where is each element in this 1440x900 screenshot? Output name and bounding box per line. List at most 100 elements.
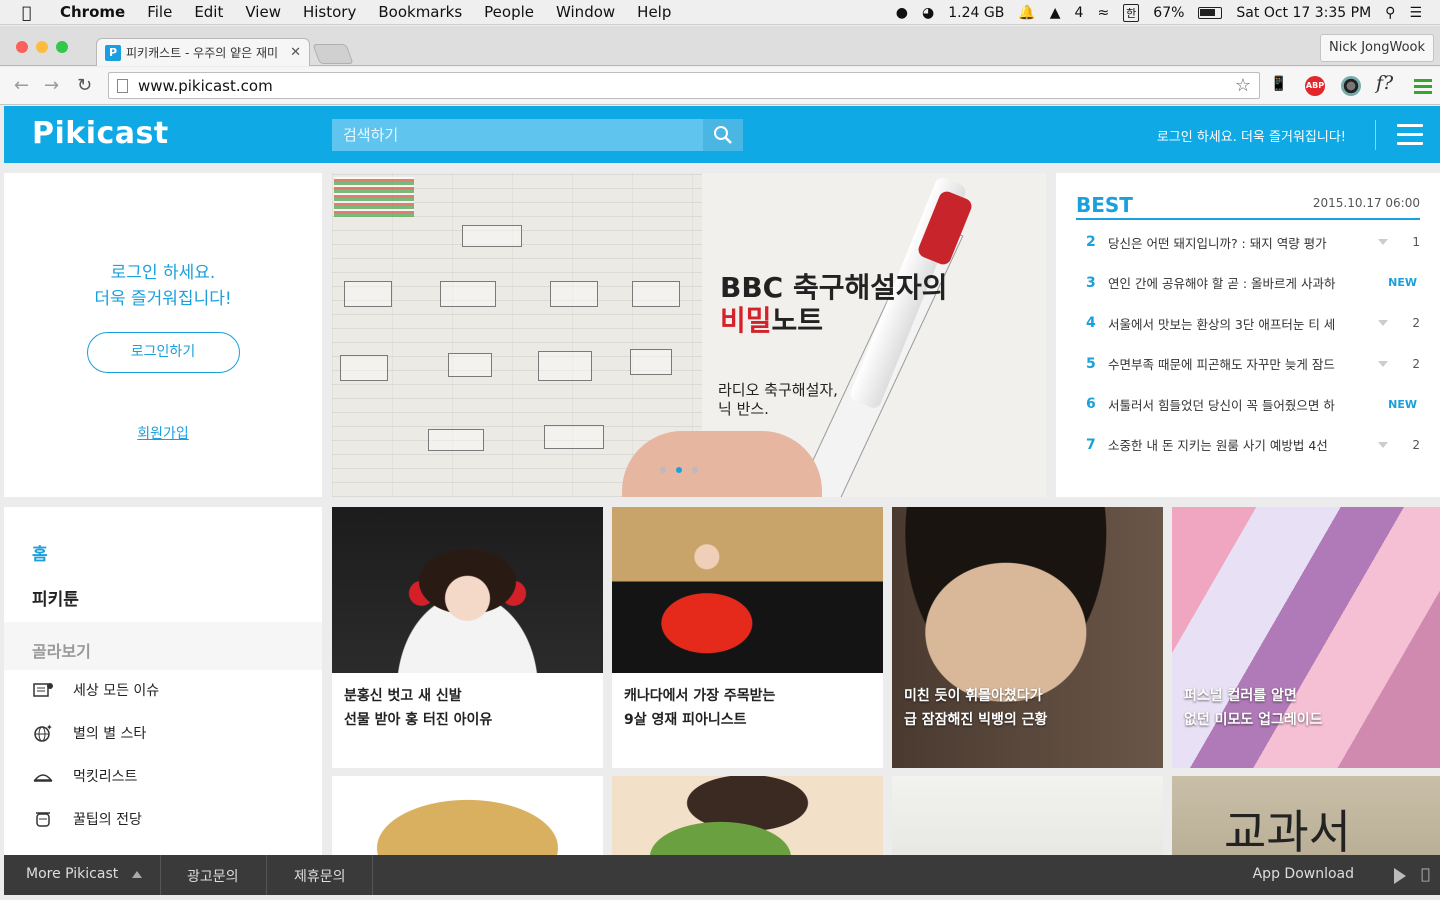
browser-tab-strip: P 피키캐스트 - 우주의 얕은 재미 ✕ Nick JongWook — [0, 26, 1440, 66]
adblock-plus-icon[interactable]: ABP — [1305, 76, 1325, 96]
globe-star-icon: ✦ — [32, 723, 54, 743]
menu-bookmarks[interactable]: Bookmarks — [378, 3, 462, 21]
partnership-link[interactable]: 제휴문의 — [294, 866, 346, 886]
extension-camera-icon[interactable] — [1341, 76, 1361, 96]
best-list-item[interactable]: 6 서툴러서 힘들었던 당신이 꼭 들어줬으면 하 NEW — [1076, 384, 1420, 425]
sidebar-item-stars[interactable]: ✦ 별의 별 스타 — [32, 723, 146, 743]
content-card-textbook[interactable]: 교과서 — [1172, 776, 1440, 855]
best-item-title[interactable]: 당신은 어떤 돼지입니까? : 돼지 역량 평가 — [1108, 233, 1364, 252]
extension-phone-icon[interactable]: 📱 — [1270, 76, 1287, 92]
profile-button[interactable]: Nick JongWook — [1320, 34, 1434, 62]
new-tab-button[interactable] — [312, 44, 354, 64]
carousel-dot[interactable] — [660, 467, 666, 473]
menu-app-name[interactable]: Chrome — [60, 3, 125, 21]
content-card[interactable]: 퍼스널 컬러를 알면 없던 미모도 업그레이드 — [1172, 507, 1440, 768]
best-item-title[interactable]: 소중한 내 돈 지키는 원룸 사기 예방법 4선 — [1108, 435, 1364, 454]
menu-file[interactable]: File — [147, 3, 172, 21]
menu-window[interactable]: Window — [556, 3, 615, 21]
hero-note-box — [440, 281, 496, 307]
memory-gauge-icon[interactable]: ◕ — [922, 5, 934, 21]
chrome-menu-icon[interactable] — [1414, 76, 1432, 97]
sidebar-item-pikitoon[interactable]: 피키툰 — [32, 585, 79, 610]
sidebar-item-tips[interactable]: 꿀팁의 전당 — [32, 809, 142, 829]
menu-people[interactable]: People — [484, 3, 534, 21]
hero-hand-image — [622, 431, 822, 497]
rank-down-icon — [1378, 360, 1389, 367]
best-list-item[interactable]: 5 수면부족 때문에 피곤해도 자꾸만 늦게 잠드 2 — [1076, 344, 1420, 385]
best-list-item[interactable]: 3 연인 간에 공유해야 할 곧 : 올바르게 사과하 NEW — [1076, 263, 1420, 304]
clock[interactable]: Sat Oct 17 3:35 PM — [1236, 5, 1371, 21]
notification-bell-icon[interactable]: 🔔 — [1018, 5, 1035, 21]
hamburger-menu-icon[interactable] — [1397, 124, 1423, 151]
menu-history[interactable]: History — [303, 3, 356, 21]
header-login-link[interactable]: 로그인 하세요. 더욱 즐거워집니다! — [1157, 126, 1346, 145]
menu-help[interactable]: Help — [637, 3, 671, 21]
battery-icon[interactable] — [1198, 6, 1223, 19]
app-store-apple-icon[interactable]:  — [1421, 865, 1430, 883]
best-item-title[interactable]: 연인 간에 공유해야 할 곧 : 올바르게 사과하 — [1108, 273, 1364, 292]
google-play-icon[interactable] — [1394, 868, 1406, 884]
pikicast-logo[interactable]: Pikicast — [32, 116, 169, 151]
sidebar-item-label: 꿀팁의 전당 — [73, 812, 142, 828]
sidebar-item-issues[interactable]: 세상 모든 이슈 — [32, 680, 159, 700]
app-download-label: App Download — [1252, 866, 1354, 882]
menu-view[interactable]: View — [245, 3, 281, 21]
card-caption-line2: 선물 받아 홍 터진 아이유 — [344, 712, 493, 728]
sidebar-item-food[interactable]: 먹킷리스트 — [32, 766, 137, 786]
carousel-dot-active[interactable] — [676, 467, 682, 473]
search-button[interactable] — [703, 119, 743, 151]
content-card-white[interactable] — [892, 776, 1163, 855]
notification-center-icon[interactable]: ☰ — [1409, 5, 1422, 21]
login-button[interactable]: 로그인하기 — [86, 332, 240, 373]
forward-arrow-icon[interactable]: → — [44, 75, 59, 96]
carousel-dot[interactable] — [692, 467, 698, 473]
search-input[interactable] — [332, 119, 703, 151]
browser-tab-active[interactable]: P 피키캐스트 - 우주의 얕은 재미 ✕ — [96, 38, 310, 66]
bookmark-star-icon[interactable]: ☆ — [1235, 75, 1251, 96]
reload-icon[interactable]: ↻ — [77, 75, 92, 96]
zoom-window-button[interactable] — [56, 41, 68, 53]
hero-banner[interactable]: BBC 축구해설자의 비밀노트 라디오 축구해설자, 닉 반스. — [332, 173, 1046, 497]
content-card-noodles[interactable] — [332, 776, 603, 855]
hero-spreadsheet-image — [334, 177, 414, 217]
rank-down-icon — [1378, 441, 1389, 448]
back-arrow-icon[interactable]: ← — [14, 75, 29, 96]
ad-inquiry-link[interactable]: 광고문의 — [187, 866, 239, 886]
content-card-comic[interactable] — [612, 776, 883, 855]
more-pikicast-toggle[interactable]: More Pikicast — [26, 866, 143, 882]
minimize-window-button[interactable] — [36, 41, 48, 53]
card-caption: 미친 듯이 휘몰아쳤다가 급 잠잠해진 빅뱅의 근황 — [904, 684, 1154, 732]
newspaper-icon — [32, 680, 54, 700]
input-method-icon[interactable]: 한 — [1123, 3, 1140, 22]
close-tab-icon[interactable]: ✕ — [290, 45, 301, 60]
adobe-icon[interactable]: ▲ — [1050, 5, 1061, 21]
sidebar-item-home[interactable]: 홈 — [32, 540, 48, 565]
card-caption: 캐나다에서 가장 주목받는 9살 영재 피아니스트 — [624, 684, 874, 732]
sidebar-item-label: 세상 모든 이슈 — [73, 683, 160, 699]
formula-extension-icon[interactable]: f? — [1376, 72, 1393, 94]
browser-toolbar: ← → ↻ www.pikicast.com ☆ 📱 ABP f? — [0, 67, 1440, 105]
spotlight-search-icon[interactable]: ⚲ — [1385, 5, 1395, 21]
content-card[interactable]: 분홍신 벗고 새 신발 선물 받아 홍 터진 아이유 — [332, 507, 603, 768]
best-rank: 4 — [1086, 315, 1096, 332]
address-url[interactable]: www.pikicast.com — [138, 77, 273, 95]
best-list-item[interactable]: 7 소중한 내 돈 지키는 원룸 사기 예방법 4선 2 — [1076, 425, 1420, 466]
best-item-title[interactable]: 서툴러서 힘들었던 당신이 꼭 들어줬으면 하 — [1108, 395, 1364, 414]
tab-title: 피키캐스트 - 우주의 얕은 재미 — [126, 46, 279, 60]
apple-menu-icon[interactable]:  — [22, 3, 42, 22]
address-bar[interactable]: www.pikicast.com ☆ — [108, 72, 1260, 99]
chat-bubble-icon[interactable]: ● — [896, 5, 908, 21]
signup-link[interactable]: 회원가입 — [137, 423, 189, 443]
best-list-item[interactable]: 4 서울에서 맛보는 환상의 3단 애프터눈 티 세 2 — [1076, 303, 1420, 344]
menu-edit[interactable]: Edit — [194, 3, 223, 21]
best-list-item[interactable]: 2 당신은 어떤 돼지입니까? : 돼지 역량 평가 1 — [1076, 222, 1420, 263]
close-window-button[interactable] — [16, 41, 28, 53]
best-item-title[interactable]: 서울에서 맛보는 환상의 3단 애프터눈 티 세 — [1108, 314, 1364, 333]
content-card[interactable]: 미친 듯이 휘몰아쳤다가 급 잠잠해진 빅뱅의 근황 — [892, 507, 1163, 768]
new-badge: NEW — [1388, 276, 1417, 290]
best-rank: 6 — [1086, 396, 1096, 413]
best-item-title[interactable]: 수면부족 때문에 피곤해도 자꾸만 늦게 잠드 — [1108, 354, 1364, 373]
footer-divider — [266, 855, 267, 895]
wifi-icon[interactable]: ≈ — [1097, 5, 1109, 21]
content-card[interactable]: 캐나다에서 가장 주목받는 9살 영재 피아니스트 — [612, 507, 883, 768]
